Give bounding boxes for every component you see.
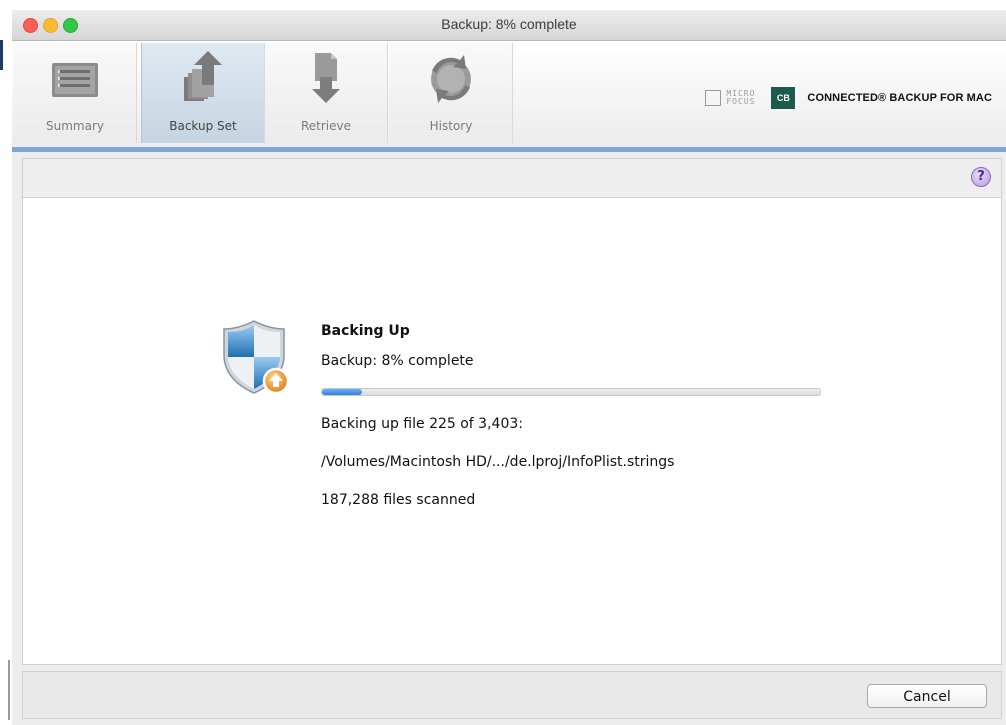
- main-toolbar: Summary Backup Set Retrieve History MICR…: [12, 41, 1006, 147]
- current-file-path: /Volumes/Macintosh HD/.../de.lproj/InfoP…: [321, 454, 675, 470]
- backup-progress-fill: [322, 389, 362, 395]
- tab-backup-set-label: Backup Set: [169, 119, 237, 133]
- cb-badge: CB: [771, 87, 796, 109]
- micro-focus-box-icon: [705, 90, 722, 106]
- backup-progress-bar: [321, 388, 821, 396]
- desktop-edge: [0, 0, 12, 725]
- panel-header: ?: [23, 159, 1001, 198]
- app-window: Backup: 8% complete Summary Backup Set R…: [12, 10, 1006, 725]
- status-title: Backing Up: [321, 323, 410, 339]
- tab-summary[interactable]: Summary: [14, 43, 137, 143]
- tab-backup-set[interactable]: Backup Set: [141, 43, 265, 143]
- history-clock-icon: [431, 55, 471, 103]
- files-scanned-text: 187,288 files scanned: [321, 492, 476, 508]
- help-button[interactable]: ?: [971, 167, 991, 187]
- tab-retrieve[interactable]: Retrieve: [265, 43, 388, 143]
- retrieve-download-icon: [312, 53, 340, 103]
- status-percent-text: Backup: 8% complete: [321, 353, 474, 369]
- tab-history-label: History: [429, 119, 473, 133]
- tab-retrieve-label: Retrieve: [300, 119, 352, 133]
- backup-shield-icon: [223, 320, 290, 395]
- product-name: CONNECTED® BACKUP FOR MAC: [807, 92, 992, 104]
- title-bar: Backup: 8% complete: [12, 10, 1006, 41]
- vendor-line2: FOCUS: [726, 97, 756, 106]
- tab-summary-label: Summary: [46, 119, 104, 133]
- file-count-text: Backing up file 225 of 3,403:: [321, 416, 523, 432]
- cancel-button[interactable]: Cancel: [867, 684, 987, 708]
- desktop-edge-mark: [8, 660, 10, 720]
- window-title: Backup: 8% complete: [441, 16, 577, 32]
- backup-status-panel: ? Backing Up Backup: 8% complete Backing…: [22, 158, 1002, 665]
- backup-set-upload-icon: [184, 51, 222, 101]
- summary-list-icon: [52, 63, 98, 97]
- tab-history[interactable]: History: [390, 43, 513, 143]
- footer-bar: Cancel: [22, 671, 1002, 719]
- toolbar-accent-bar: [12, 147, 1006, 152]
- desktop-edge-mark: [0, 40, 3, 70]
- micro-focus-logo: MICRO FOCUS: [705, 90, 755, 106]
- brand-area: MICRO FOCUS CB CONNECTED® BACKUP FOR MAC: [705, 87, 992, 109]
